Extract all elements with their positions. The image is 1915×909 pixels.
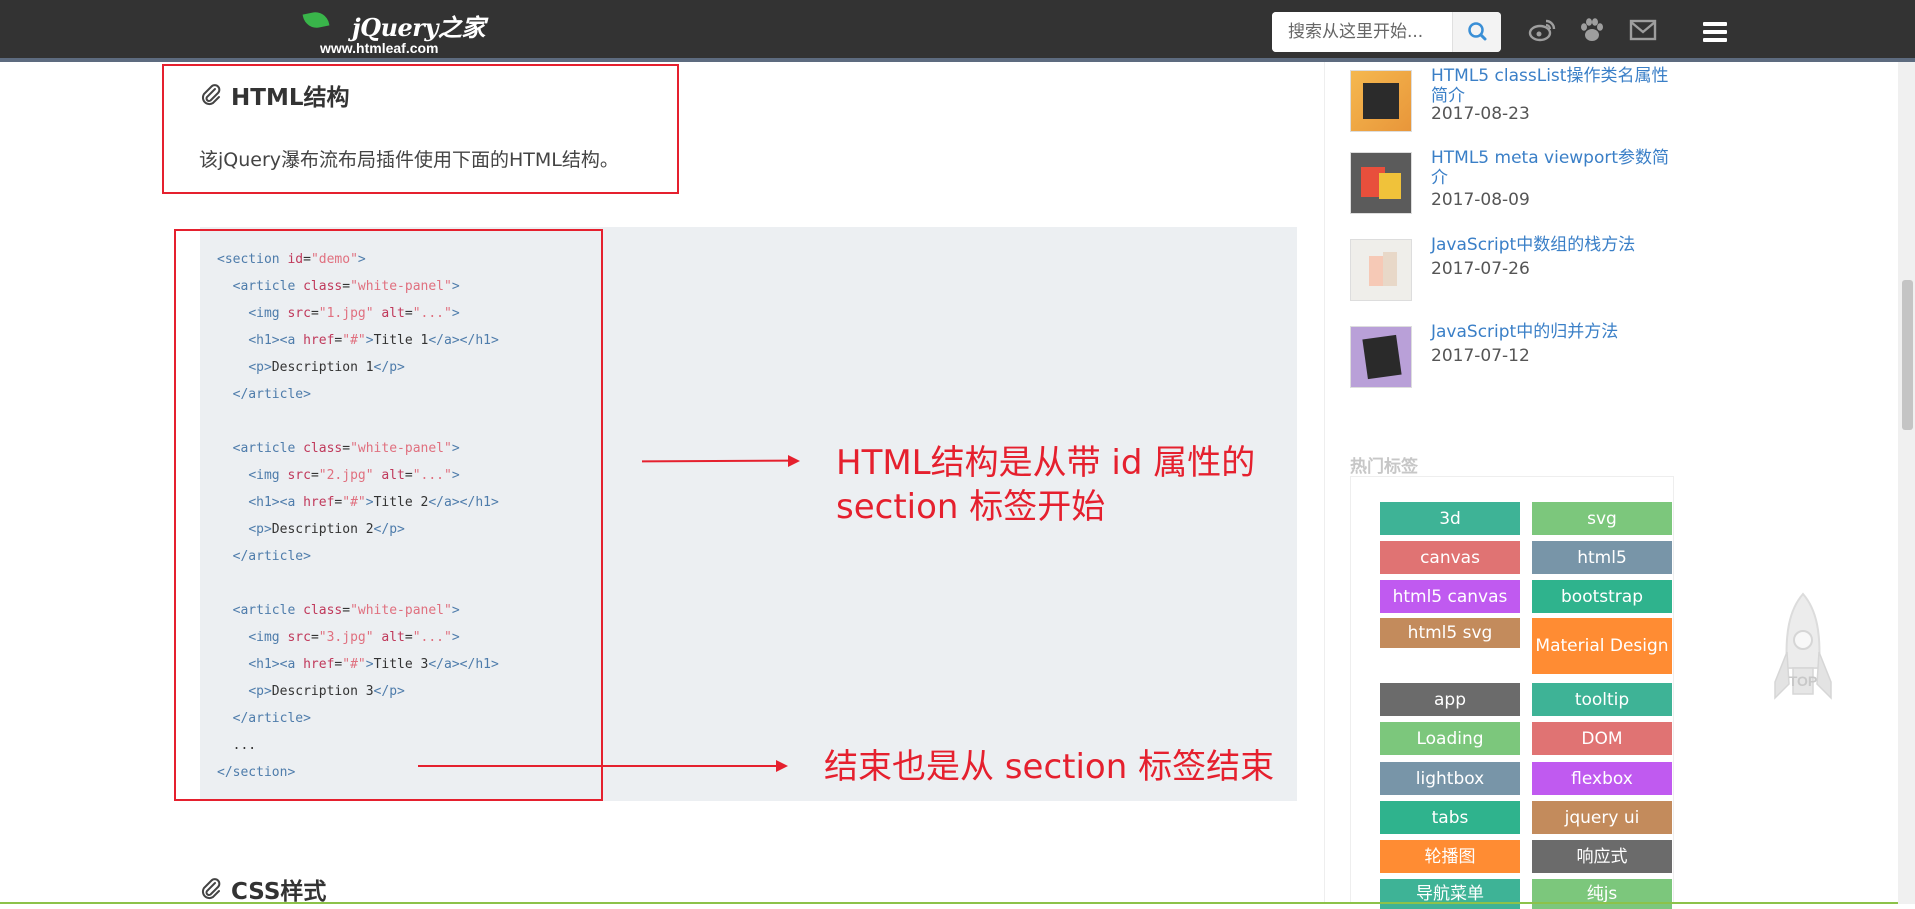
scrollbar-track[interactable] (1898, 62, 1915, 904)
tag-lightbox[interactable]: lightbox (1380, 762, 1520, 795)
mail-icon[interactable] (1628, 15, 1658, 45)
tag-bootstrap[interactable]: bootstrap (1532, 580, 1672, 613)
top-navbar: jQuery之家 www.htmleaf.com (0, 0, 1915, 62)
paw-icon[interactable] (1577, 15, 1607, 45)
tag-导航菜单[interactable]: 导航菜单 (1380, 879, 1520, 909)
search-icon (1468, 22, 1487, 41)
tag-dom[interactable]: DOM (1532, 722, 1672, 755)
tag-flexbox[interactable]: flexbox (1532, 762, 1672, 795)
post-thumbnail[interactable] (1350, 326, 1412, 388)
post-thumbnail[interactable] (1350, 152, 1412, 214)
post-title-link[interactable]: HTML5 classList操作类名属性简介 (1431, 66, 1676, 106)
post-date: 2017-07-12 (1431, 346, 1530, 366)
section-paragraph: 该jQuery瀑布流布局插件使用下面的HTML结构。 (199, 149, 619, 171)
post-title-link[interactable]: HTML5 meta viewport参数简介 (1431, 148, 1676, 188)
tag-html5-svg[interactable]: html5 svg (1380, 618, 1520, 648)
post-title-link[interactable]: JavaScript中数组的栈方法 (1431, 235, 1676, 255)
tags-heading: 热门标签 (1350, 457, 1418, 477)
paperclip-icon (201, 878, 221, 900)
tag-canvas[interactable]: canvas (1380, 541, 1520, 574)
tag-纯js[interactable]: 纯js (1532, 879, 1672, 909)
tag-tabs[interactable]: tabs (1380, 801, 1520, 834)
search-box (1272, 12, 1501, 52)
leaf-icon (302, 9, 330, 31)
post-thumbnail[interactable] (1350, 239, 1412, 301)
arrow-head-2 (776, 760, 788, 772)
annotation-2: 结束也是从 section 标签结束 (824, 747, 1275, 787)
tag-3d[interactable]: 3d (1380, 502, 1520, 535)
tag-material-design[interactable]: Material Design (1532, 618, 1672, 674)
post-date: 2017-07-26 (1431, 259, 1530, 279)
sidebar-post[interactable]: HTML5 classList操作类名属性简介 2017-08-23 (1350, 66, 1680, 140)
tag-loading[interactable]: Loading (1380, 722, 1520, 755)
tag-svg[interactable]: svg (1532, 502, 1672, 535)
arrow-head-1 (788, 455, 800, 467)
tag-jquery-ui[interactable]: jquery ui (1532, 801, 1672, 834)
paperclip-icon (201, 84, 221, 106)
post-date: 2017-08-23 (1431, 104, 1530, 124)
scrollbar-thumb[interactable] (1902, 280, 1913, 430)
logo-brand: jQuery之家 (352, 13, 485, 42)
menu-icon[interactable] (1703, 22, 1727, 42)
sidebar-post[interactable]: HTML5 meta viewport参数简介 2017-08-09 (1350, 148, 1680, 222)
tag-轮播图[interactable]: 轮播图 (1380, 840, 1520, 873)
logo-url: www.htmleaf.com (320, 40, 439, 56)
annotation-1-line2: section 标签开始 (836, 487, 1106, 527)
weibo-icon[interactable] (1527, 15, 1557, 45)
tag-app[interactable]: app (1380, 683, 1520, 716)
tag-tooltip[interactable]: tooltip (1532, 683, 1672, 716)
tag-响应式[interactable]: 响应式 (1532, 840, 1672, 873)
highlight-box-code (174, 229, 603, 801)
search-button[interactable] (1452, 12, 1501, 52)
tag-html5[interactable]: html5 (1532, 541, 1672, 574)
tag-html5-canvas[interactable]: html5 canvas (1380, 580, 1520, 613)
post-title-link[interactable]: JavaScript中的归并方法 (1431, 322, 1676, 342)
back-to-top-rocket-icon[interactable]: TOP (1771, 590, 1835, 716)
search-input[interactable] (1272, 12, 1456, 52)
sidebar-post[interactable]: JavaScript中数组的栈方法 2017-07-26 (1350, 235, 1680, 309)
totop-label: TOP (1789, 673, 1818, 689)
annotation-arrow-2 (418, 765, 778, 767)
annotation-1-line1: HTML结构是从带 id 属性的 (836, 443, 1256, 483)
post-date: 2017-08-09 (1431, 190, 1530, 210)
section-title: HTML结构 (231, 85, 350, 111)
section-heading-css: CSS样式 (199, 872, 326, 906)
column-divider (1324, 62, 1325, 904)
section-heading-html: HTML结构 (199, 78, 349, 112)
sidebar-post[interactable]: JavaScript中的归并方法 2017-07-12 (1350, 322, 1680, 396)
post-thumbnail[interactable] (1350, 70, 1412, 132)
